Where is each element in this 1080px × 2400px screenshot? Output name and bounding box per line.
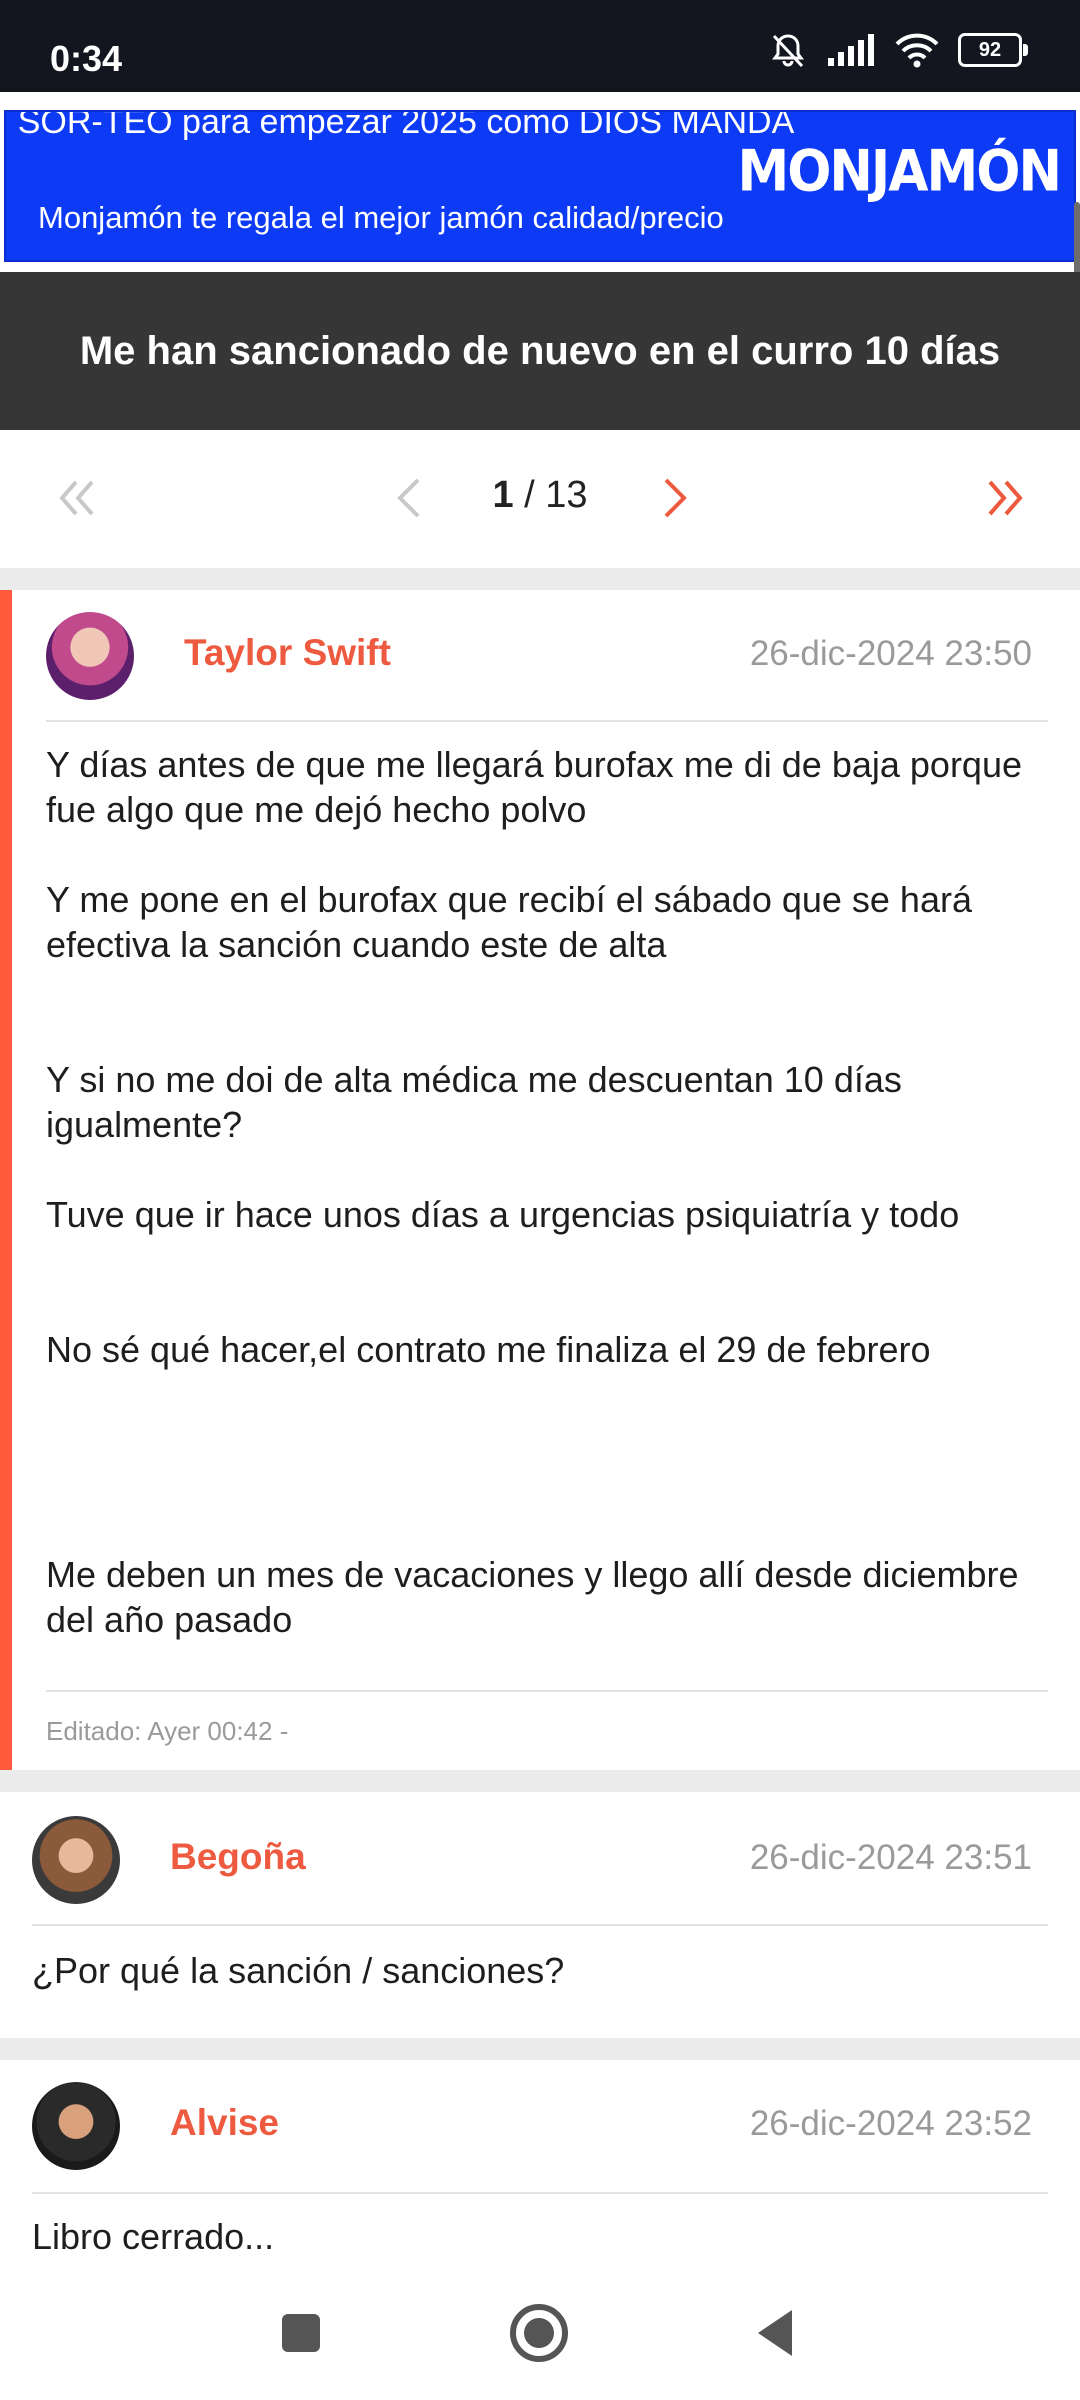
post-date: 26-dic-2024 23:52 [749, 2104, 1032, 2143]
post-body: Y días antes de que me llegará burofax m… [46, 742, 1026, 1642]
post-body: ¿Por qué la sanción / sanciones? [32, 1948, 1032, 1993]
post-divider [46, 1690, 1048, 1692]
avatar[interactable] [46, 612, 134, 700]
pagination: 1 / 13 [0, 430, 1080, 568]
total-pages: 13 [545, 474, 588, 516]
post-paragraph: Y me pone en el burofax que recibí el sá… [46, 879, 972, 965]
post-item: Begoña 26-dic-2024 23:51 ¿Por qué la san… [0, 1792, 1080, 2038]
status-icons: 92 [768, 30, 1028, 70]
post-divider [46, 720, 1048, 722]
post-divider [32, 1924, 1048, 1926]
next-page-icon[interactable] [644, 468, 704, 528]
post-item: Alvise 26-dic-2024 23:52 Libro cerrado..… [0, 2060, 1080, 2272]
post-paragraph: Y si no me doi de alta médica me descuen… [46, 1059, 902, 1145]
post-paragraph: No sé qué hacer,el contrato me finaliza … [46, 1329, 931, 1370]
post-author[interactable]: Begoña [170, 1836, 306, 1878]
post-edited-note: Editado: Ayer 00:42 - [46, 1716, 289, 1746]
ad-banner-content[interactable]: SOR-TEO para empezar 2025 como DIOS MAND… [4, 110, 1076, 262]
page-separator: / [524, 474, 535, 516]
thread-title: Me han sancionado de nuevo en el curro 1… [0, 272, 1080, 430]
avatar[interactable] [32, 1816, 120, 1904]
post-author[interactable]: Taylor Swift [184, 632, 391, 674]
post-date: 26-dic-2024 23:51 [749, 1838, 1032, 1877]
post-body: Libro cerrado... [32, 2214, 1032, 2259]
status-bar: 0:34 92 [0, 0, 1080, 92]
post-paragraph: Libro cerrado... [32, 2216, 275, 2257]
wifi-icon [895, 33, 939, 68]
post-accent-bar [0, 590, 12, 1770]
post-divider [32, 2192, 1048, 2194]
page-counter: 1 / 13 [0, 474, 1080, 517]
ad-title: SOR-TEO para empezar 2025 como DIOS MAND… [17, 110, 795, 141]
post-author[interactable]: Alvise [170, 2102, 279, 2144]
battery-indicator: 92 [958, 33, 1028, 67]
post-paragraph: Me deben un mes de vacaciones y llego al… [46, 1554, 1019, 1640]
ad-logo: MONJAMÓN [737, 139, 1062, 205]
home-icon[interactable] [508, 2302, 570, 2364]
signal-icon [828, 34, 874, 66]
ad-banner[interactable]: SOR-TEO para empezar 2025 como DIOS MAND… [0, 92, 1080, 362]
last-page-icon[interactable] [976, 468, 1036, 528]
post-paragraph: Y días antes de que me llegará burofax m… [46, 744, 1022, 830]
post-paragraph: Tuve que ir hace unos días a urgencias p… [46, 1194, 960, 1235]
avatar[interactable] [32, 2082, 120, 2170]
ad-subtitle: Monjamón te regala el mejor jamón calida… [38, 200, 724, 235]
recent-apps-icon[interactable] [278, 2310, 324, 2356]
current-page: 1 [492, 474, 514, 516]
post-paragraph: ¿Por qué la sanción / sanciones? [32, 1950, 565, 1991]
post-date: 26-dic-2024 23:50 [749, 634, 1032, 673]
system-navigation-bar [0, 2270, 1080, 2400]
back-icon[interactable] [752, 2306, 798, 2360]
post-item: Taylor Swift 26-dic-2024 23:50 Y días an… [0, 590, 1080, 1770]
mute-bell-icon [772, 34, 804, 68]
status-time: 0:34 [50, 38, 123, 79]
